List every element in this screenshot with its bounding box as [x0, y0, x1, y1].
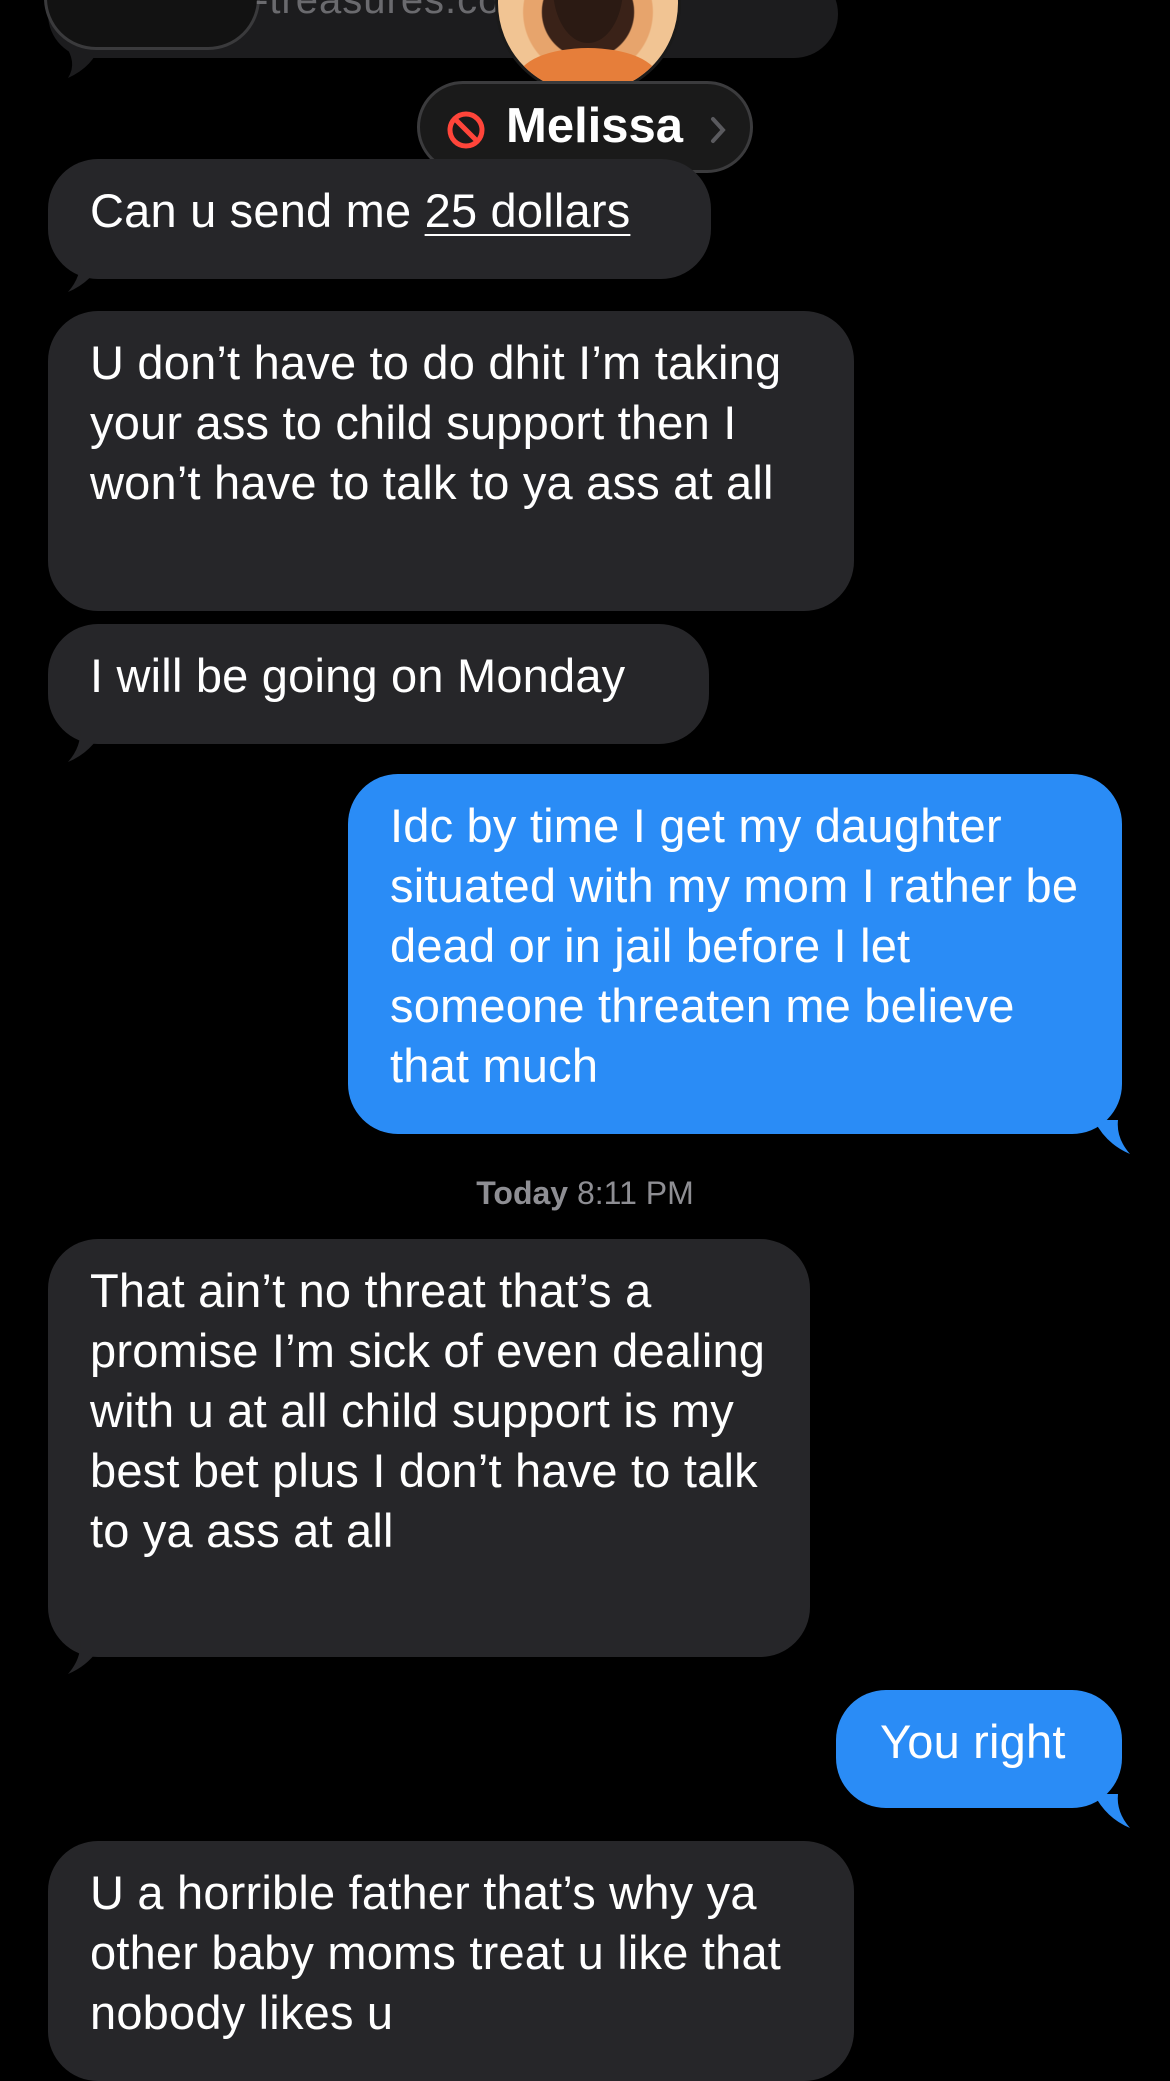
message-text: I will be going on Monday — [90, 649, 626, 702]
timestamp: Today 8:11 PM — [0, 1175, 1170, 1212]
outgoing-message[interactable]: Idc by time I get my daughter situated w… — [348, 774, 1122, 1134]
timestamp-time: 8:11 PM — [576, 1175, 694, 1211]
link-preview-text: -treasures.co — [255, 0, 502, 22]
message-text: You right — [880, 1715, 1066, 1768]
back-button[interactable] — [44, 0, 260, 50]
blocked-icon — [447, 111, 485, 149]
bubble-tail — [68, 258, 104, 292]
bubble-tail — [68, 728, 104, 762]
contact-name: Melissa — [506, 99, 684, 153]
message-text: U a horrible father that’s why ya other … — [90, 1866, 782, 2039]
bubble-tail — [68, 1640, 104, 1674]
outgoing-message[interactable]: You right — [836, 1690, 1122, 1808]
message-text: Can u send me — [90, 184, 425, 237]
incoming-message[interactable]: I will be going on Monday — [48, 624, 709, 744]
message-text: U don’t have to do dhit I’m taking your … — [90, 336, 782, 509]
bubble-tail — [1094, 1794, 1130, 1828]
message-text: Idc by time I get my daughter situated w… — [390, 799, 1079, 1092]
avatar-face — [553, 0, 623, 43]
money-link[interactable]: 25 dollars — [425, 184, 631, 237]
message-text: That ain’t no threat that’s a promise I’… — [90, 1264, 766, 1557]
bubble-tail — [1094, 1120, 1130, 1154]
incoming-message[interactable]: U don’t have to do dhit I’m taking your … — [48, 311, 854, 611]
incoming-message[interactable]: Can u send me 25 dollars — [48, 159, 711, 279]
incoming-message[interactable]: That ain’t no threat that’s a promise I’… — [48, 1239, 810, 1657]
chevron-right-icon — [711, 117, 726, 143]
incoming-message[interactable]: U a horrible father that’s why ya other … — [48, 1841, 854, 2081]
timestamp-day: Today — [476, 1175, 569, 1211]
